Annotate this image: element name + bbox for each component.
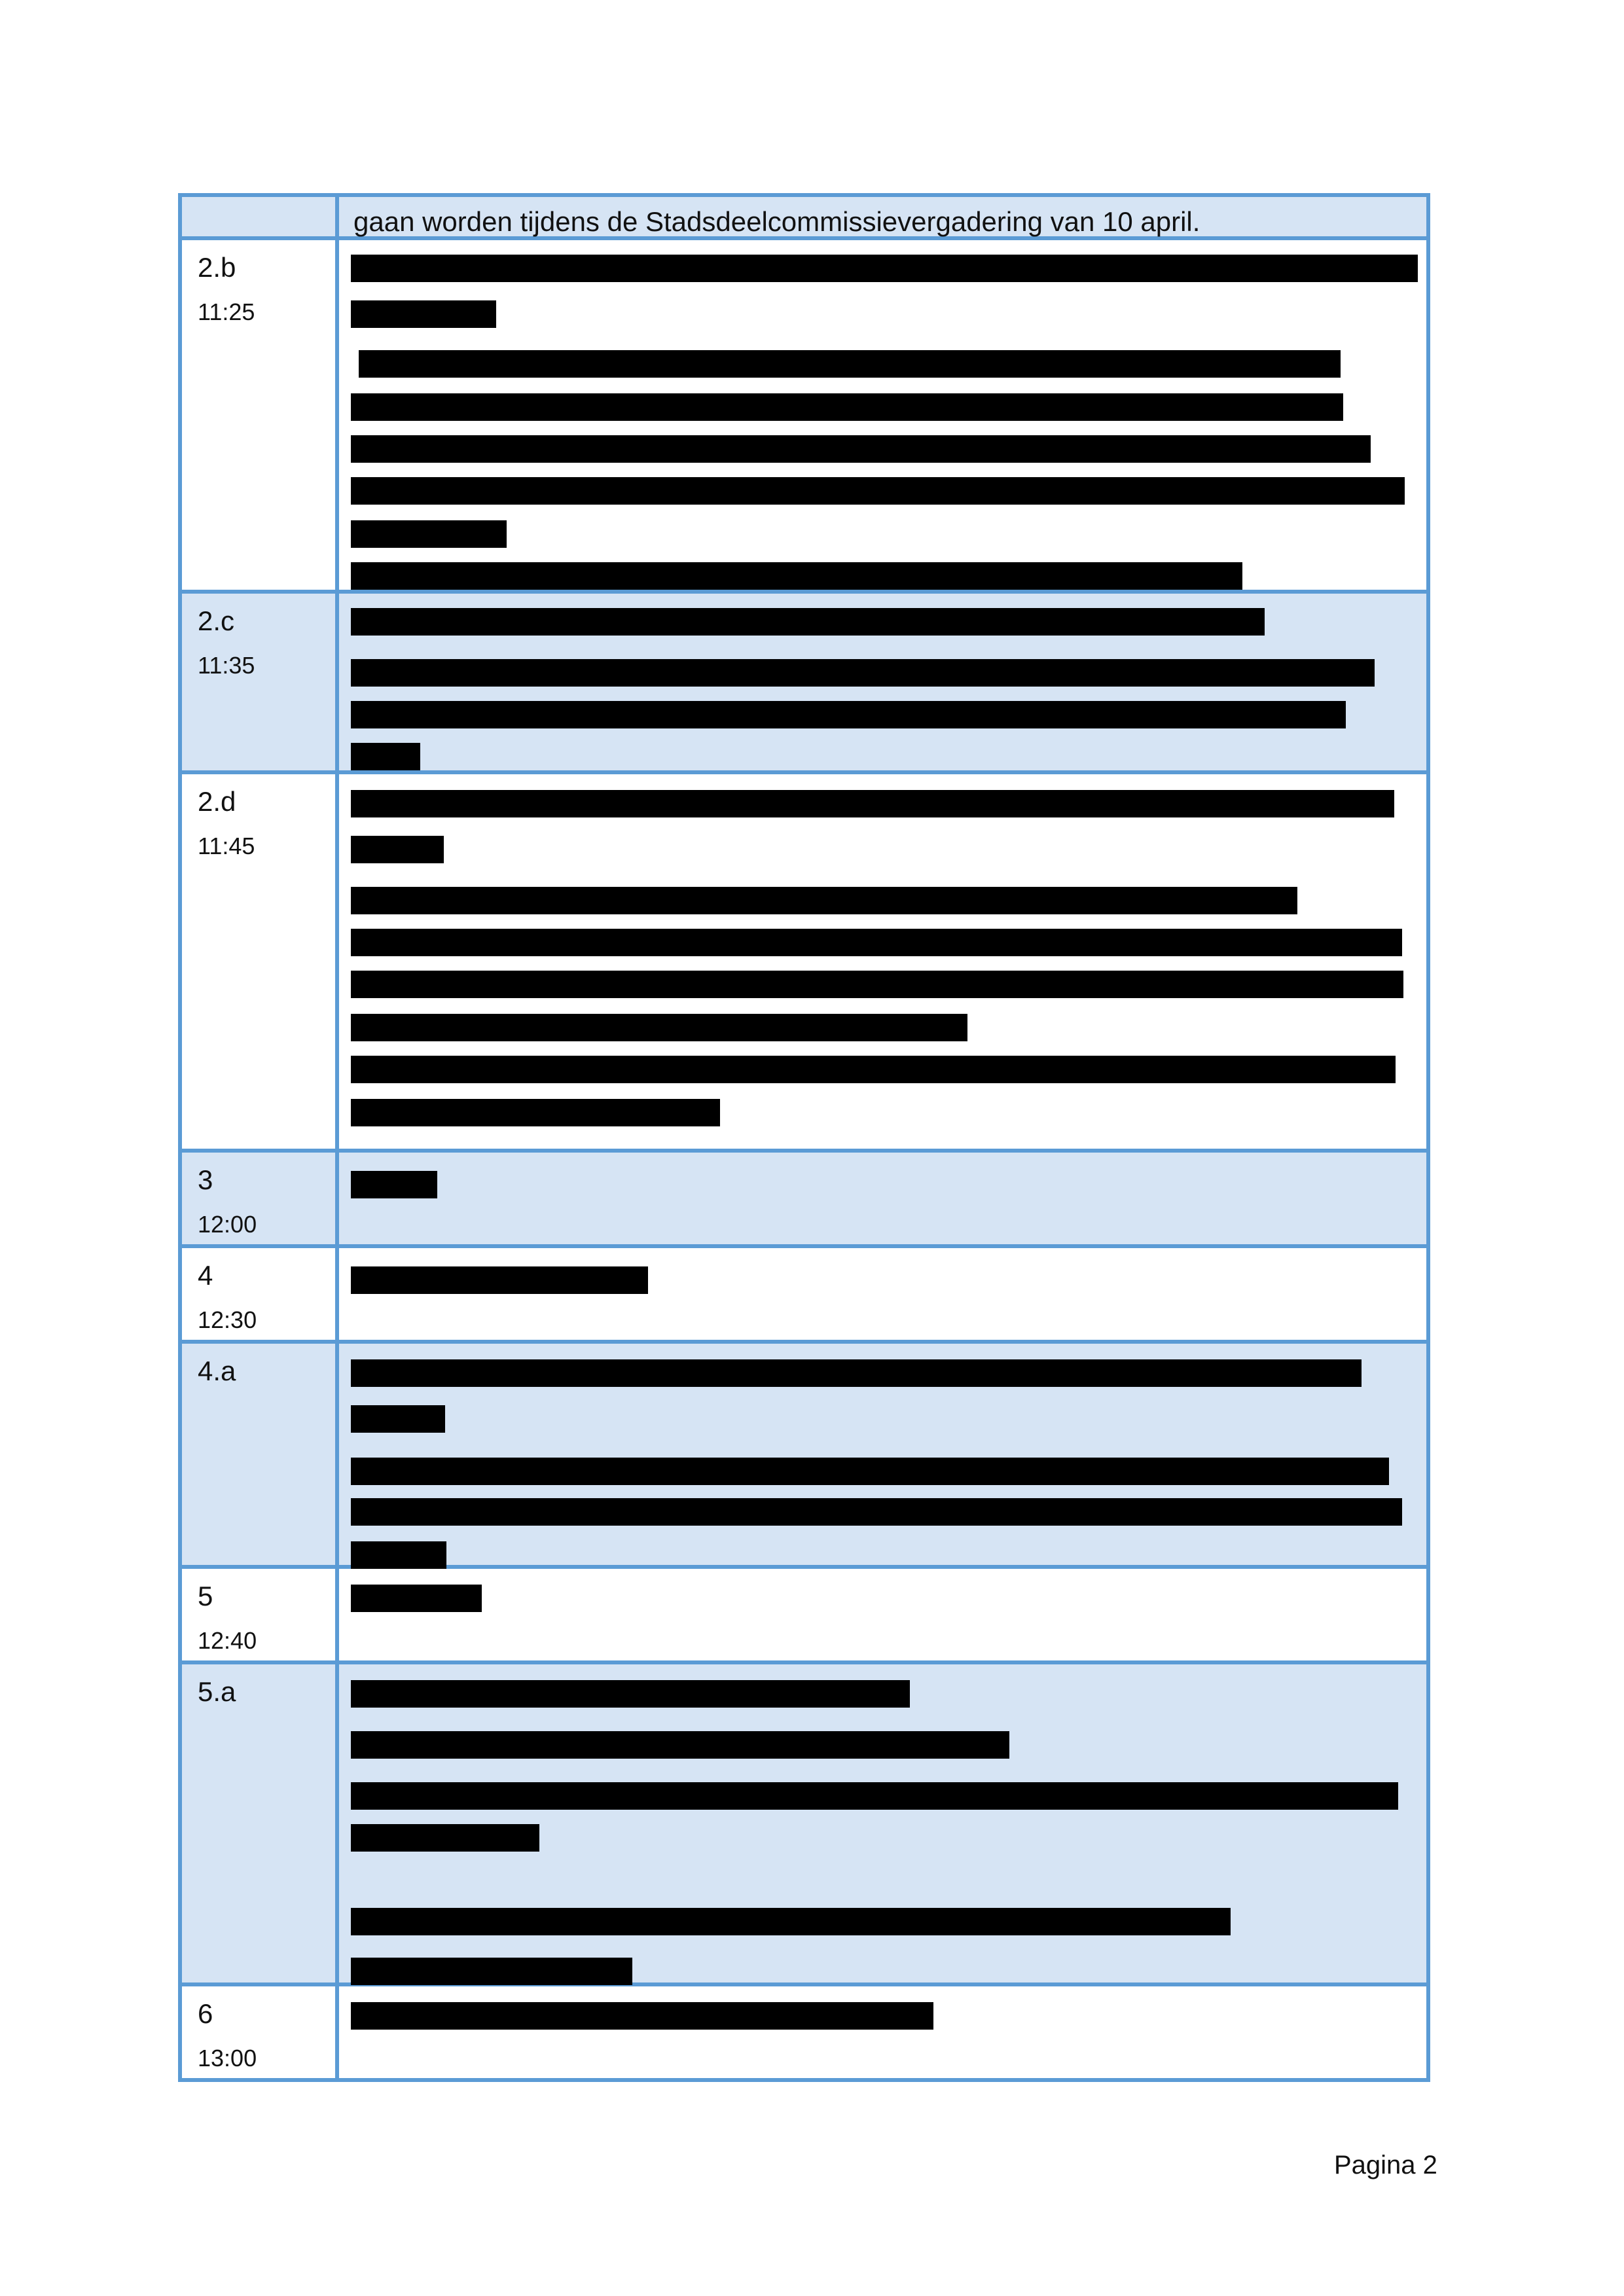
continuation-text: gaan worden tijdens de Stadsdeelcommissi…	[353, 206, 1200, 237]
number-cell: 6 13:00	[182, 1986, 339, 2078]
table-row-5: 5 12:40	[182, 1569, 1426, 1664]
number-cell	[182, 197, 339, 236]
content-cell	[339, 1986, 1426, 2078]
redaction-bar	[351, 743, 420, 770]
redaction-bar	[351, 477, 1405, 505]
number-cell: 4.a	[182, 1344, 339, 1565]
item-number: 5.a	[198, 1676, 236, 1707]
redaction-bar	[351, 1585, 482, 1612]
content-cell	[339, 1569, 1426, 1660]
number-cell: 4 12:30	[182, 1248, 339, 1340]
table-row-2d: 2.d 11:45	[182, 774, 1426, 1153]
table-row-6: 6 13:00	[182, 1986, 1426, 2082]
item-time: 11:45	[198, 833, 255, 859]
number-cell: 2.b 11:25	[182, 240, 339, 590]
redaction-bar	[351, 1458, 1389, 1485]
table-row-4a: 4.a	[182, 1344, 1426, 1569]
redaction-bar	[351, 929, 1402, 956]
redaction-bar	[351, 1099, 720, 1126]
redaction-bar	[351, 1498, 1402, 1526]
redaction-bar	[351, 393, 1343, 421]
content-cell	[339, 774, 1426, 1149]
item-time: 12:30	[198, 1306, 257, 1333]
content-cell	[339, 1344, 1426, 1569]
redaction-bar	[351, 1680, 910, 1708]
redaction-bar	[351, 1782, 1398, 1810]
item-number: 4	[198, 1260, 213, 1291]
redaction-bar	[351, 836, 444, 863]
redaction-bar	[351, 1056, 1396, 1083]
table-row-2c: 2.c 11:35	[182, 594, 1426, 774]
redaction-bar	[351, 790, 1394, 817]
redaction-bar	[351, 1908, 1231, 1935]
item-number: 6	[198, 1998, 213, 2029]
redaction-bar	[351, 1824, 539, 1852]
redaction-bar	[351, 520, 507, 548]
item-number: 2.c	[198, 605, 235, 636]
content-cell	[339, 1248, 1426, 1340]
redaction-bar	[351, 562, 1242, 590]
redaction-bar	[351, 608, 1265, 636]
content-cell: gaan worden tijdens de Stadsdeelcommissi…	[339, 197, 1426, 237]
table-row-2b: 2.b 11:25	[182, 240, 1426, 594]
item-time: 13:00	[198, 2045, 257, 2072]
redaction-bar	[351, 887, 1297, 914]
number-cell: 2.d 11:45	[182, 774, 339, 1149]
item-number: 2.b	[198, 252, 236, 283]
item-number: 5	[198, 1581, 213, 1611]
table-row-5a: 5.a	[182, 1664, 1426, 1986]
table-row-3: 3 12:00	[182, 1153, 1426, 1248]
item-time: 11:25	[198, 298, 255, 325]
number-cell: 5.a	[182, 1664, 339, 1982]
agenda-table: gaan worden tijdens de Stadsdeelcommissi…	[178, 193, 1430, 2082]
redaction-bar	[351, 1405, 445, 1433]
redaction-bar	[351, 1266, 648, 1294]
item-time: 11:35	[198, 652, 255, 679]
item-time: 12:40	[198, 1627, 257, 1654]
redaction-bar	[351, 300, 496, 328]
number-cell: 3 12:00	[182, 1153, 339, 1244]
item-number: 4.a	[198, 1355, 236, 1386]
redaction-bar	[351, 1359, 1362, 1387]
redaction-bar	[351, 1541, 446, 1569]
number-cell: 5 12:40	[182, 1569, 339, 1660]
redaction-bar	[351, 971, 1403, 998]
content-cell	[339, 1153, 1426, 1244]
table-row-continuation: gaan worden tijdens de Stadsdeelcommissi…	[182, 193, 1426, 240]
number-cell: 2.c 11:35	[182, 594, 339, 770]
redaction-bar	[351, 1171, 437, 1198]
item-number: 3	[198, 1164, 213, 1195]
redaction-bar	[351, 1014, 967, 1041]
redaction-bar	[351, 659, 1375, 687]
page-number: Pagina 2	[1334, 2151, 1437, 2179]
redaction-bar	[351, 701, 1346, 728]
redaction-bar	[351, 255, 1418, 282]
redaction-bar	[351, 435, 1371, 463]
item-time: 12:00	[198, 1211, 257, 1238]
redaction-bar	[351, 2002, 933, 2030]
content-cell	[339, 594, 1426, 770]
content-cell	[339, 240, 1426, 590]
redaction-bar	[351, 1731, 1009, 1759]
table-row-4: 4 12:30	[182, 1248, 1426, 1344]
redaction-bar	[351, 1958, 632, 1985]
item-number: 2.d	[198, 786, 236, 817]
redaction-bar	[359, 350, 1341, 378]
content-cell	[339, 1664, 1426, 1985]
